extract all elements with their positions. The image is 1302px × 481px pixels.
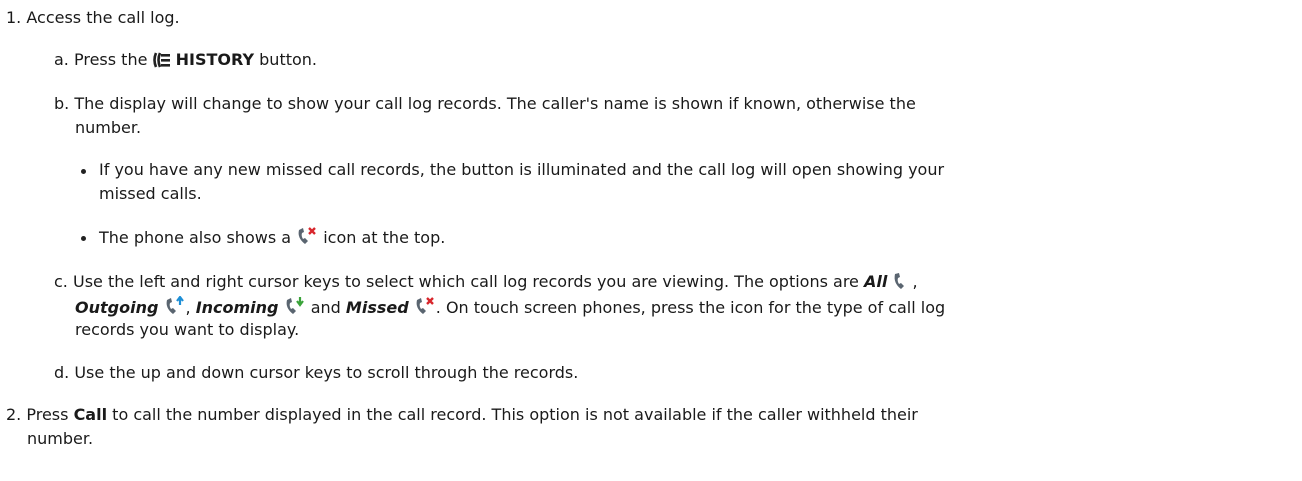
option-all: All [864, 272, 888, 291]
substep-text: The display will change to show your cal… [74, 94, 916, 113]
step-number: 1. [6, 8, 22, 27]
substep-letter: a. [54, 50, 69, 69]
bullet-text-post: icon at the top. [323, 228, 446, 247]
step-2: 2. Press Call to call the number display… [6, 405, 918, 425]
substep-c-cont2: records you want to display. [75, 320, 300, 339]
option-missed: Missed [345, 298, 409, 317]
substep-letter: d. [54, 363, 70, 382]
substep-text: Use the up and down cursor keys to scrol… [74, 363, 579, 382]
outgoing-call-icon [164, 295, 186, 321]
substep-text: Use the left and right cursor keys to se… [72, 272, 859, 291]
substep-c-cont: Outgoing , Incoming and Missed . On touc… [75, 295, 946, 321]
substep-b: b. The display will change to show your … [54, 94, 916, 114]
substep-d: d. Use the up and down cursor keys to sc… [54, 363, 578, 383]
bullet-dot [81, 236, 86, 241]
bullet-item: The phone also shows a icon at the top. [99, 226, 445, 251]
bullet-item: If you have any new missed call records,… [99, 160, 945, 179]
history-icon [152, 52, 171, 73]
call-label: Call [73, 405, 108, 424]
substep-text-pre: Press the [73, 50, 148, 69]
and-text: and [310, 298, 341, 317]
bullet-text-pre: The phone also shows a [99, 228, 292, 247]
substep-a: a. Press the HISTORY button. [54, 50, 317, 73]
substep-text-post: button. [259, 50, 317, 69]
step-number: 2. [6, 405, 22, 424]
substep-text-post: . On touch screen phones, press the icon… [435, 298, 946, 317]
step-text: Access the call log. [26, 8, 180, 27]
incoming-call-icon [284, 296, 306, 321]
missed-call-icon [414, 296, 436, 321]
substep-letter: c. [54, 272, 68, 291]
history-button-label: HISTORY [175, 50, 255, 69]
option-incoming: Incoming [195, 298, 279, 317]
all-calls-icon [892, 272, 912, 295]
substep-letter: b. [54, 94, 70, 113]
bullet-item-cont: missed calls. [99, 184, 202, 203]
step-text-post: to call the number displayed in the call… [112, 405, 918, 424]
substep-b-cont: number. [75, 118, 142, 137]
step-2-cont: number. [27, 429, 94, 448]
bullet-dot [81, 169, 86, 174]
option-outgoing: Outgoing [75, 298, 159, 317]
step-text-pre: Press [26, 405, 69, 424]
substep-c: c. Use the left and right cursor keys to… [54, 272, 918, 295]
step-1: 1. Access the call log. [6, 8, 180, 28]
missed-call-icon [296, 226, 318, 251]
